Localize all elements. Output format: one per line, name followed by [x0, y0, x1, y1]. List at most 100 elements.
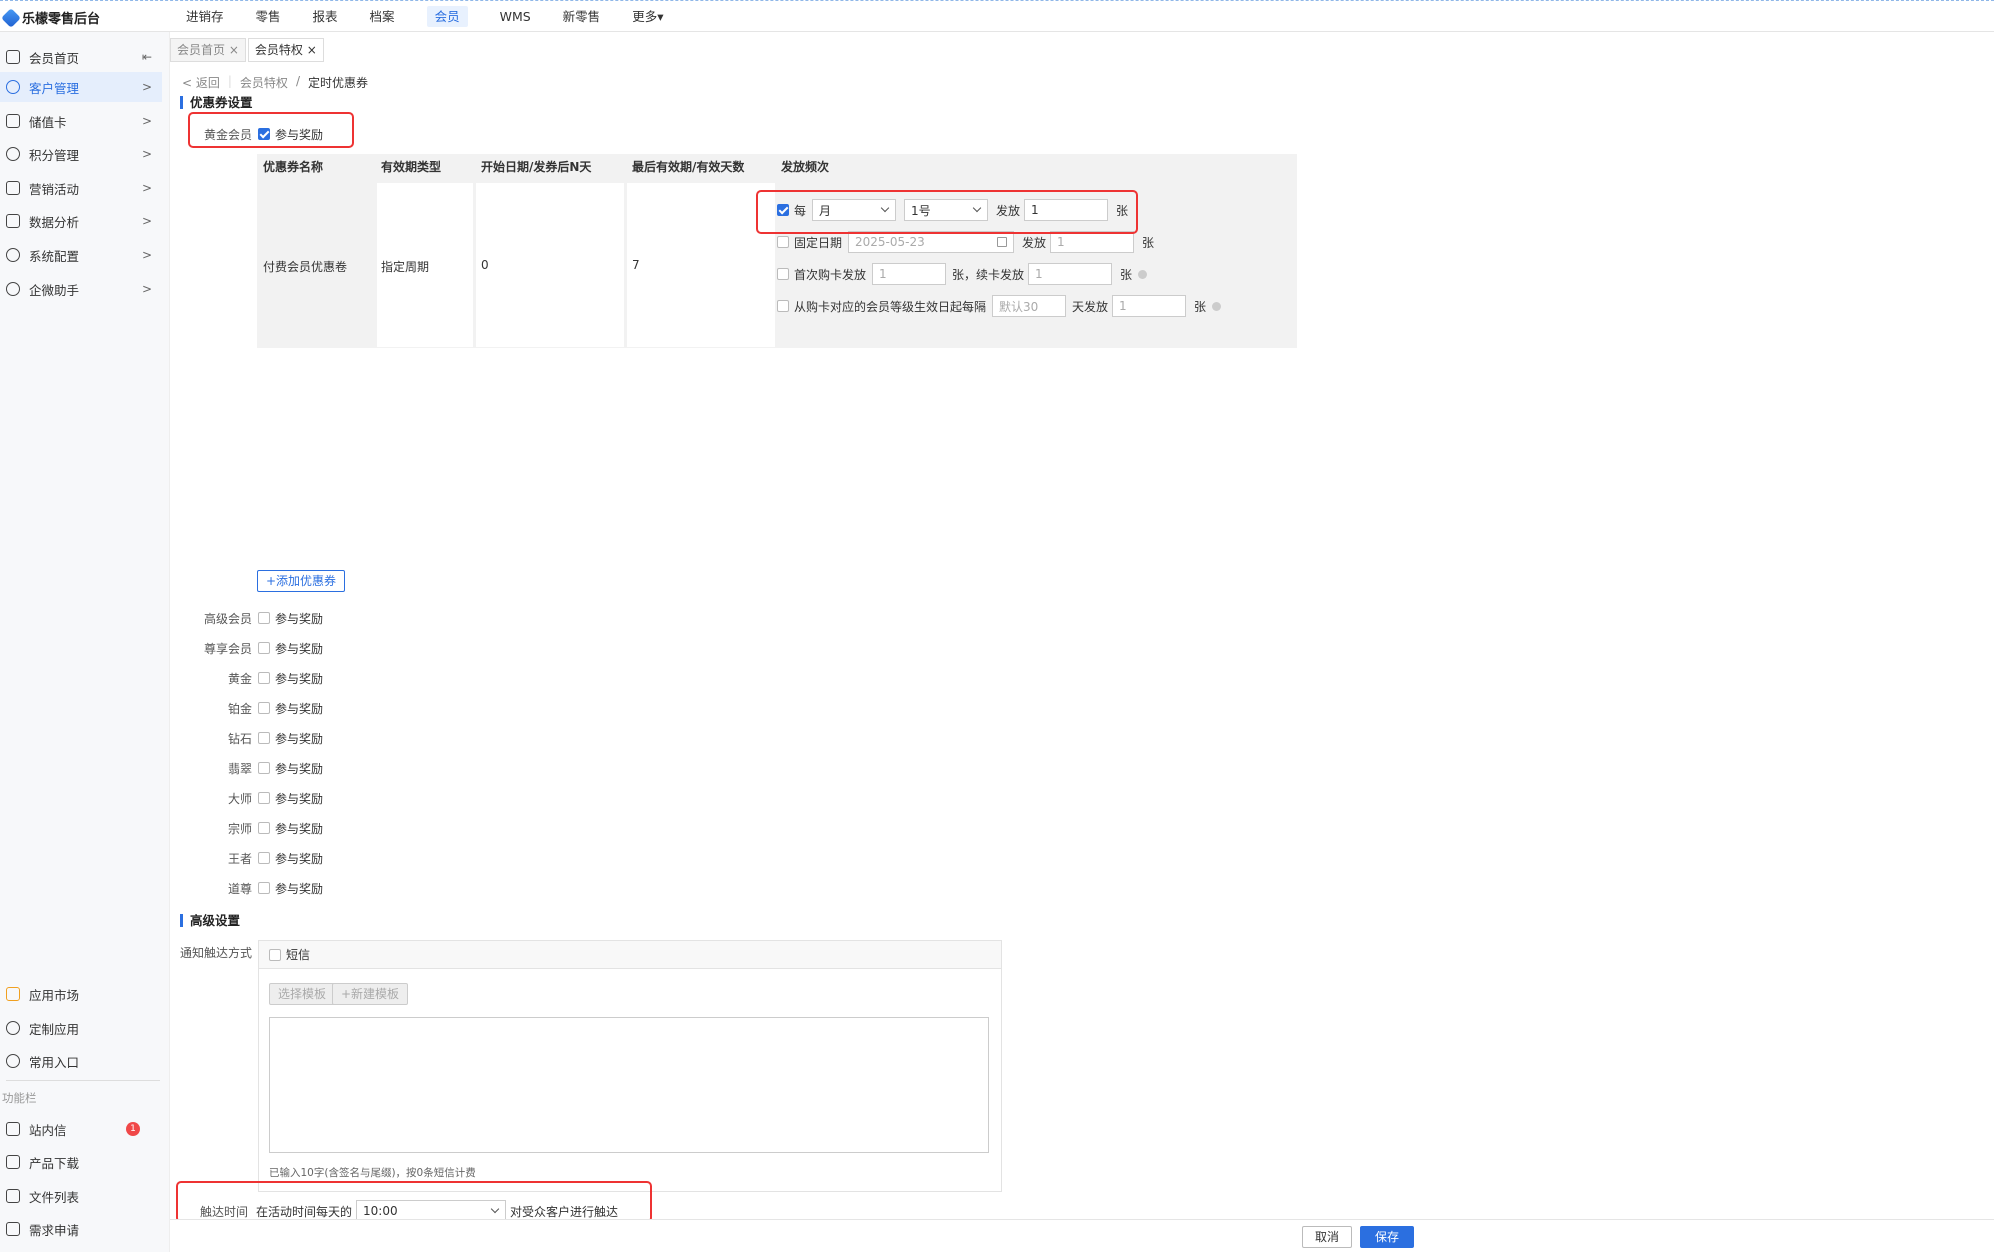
sidebar-item-inbox[interactable]: 站内信 1: [0, 1114, 162, 1144]
th-end-date: 最后有效期/有效天数: [632, 160, 745, 174]
sidebar: 会员首页 ⇤ 客户管理 > 储值卡 > 积分管理 > 营销活动 > 数据分析 >…: [0, 32, 170, 1252]
validity-type: 指定周期: [381, 260, 430, 274]
interval-checkbox[interactable]: [777, 300, 789, 312]
first-buy-qty-input[interactable]: 1: [872, 263, 947, 285]
sms-checkbox[interactable]: [269, 948, 281, 961]
sidebar-item-points[interactable]: 积分管理 >: [0, 139, 162, 169]
th-start-date: 开始日期/发券后N天: [481, 160, 592, 174]
sidebar-item-favorites[interactable]: 常用入口: [0, 1046, 162, 1076]
sms-content-textarea[interactable]: [269, 1017, 989, 1153]
chevron-right-icon: >: [141, 248, 152, 262]
user-icon: [6, 80, 20, 94]
first-buy-checkbox[interactable]: [777, 268, 789, 280]
th-coupon-name: 优惠券名称: [263, 160, 324, 174]
interval-days-input[interactable]: 默认30: [992, 295, 1067, 317]
select-template-button[interactable]: 选择模板: [269, 983, 336, 1005]
request-icon: [6, 1222, 20, 1236]
topnav-new-retail[interactable]: 新零售: [547, 1, 617, 33]
sms-hint: 已输入10字(含签名与尾缀)，按0条短信计费: [269, 1167, 476, 1179]
cell-box: [476, 183, 624, 347]
level-checkbox[interactable]: [258, 702, 270, 714]
topnav-archive[interactable]: 档案: [354, 1, 411, 33]
level-checkbox[interactable]: [258, 882, 270, 894]
help-icon[interactable]: [1138, 269, 1148, 279]
breadcrumb-sep: /: [295, 74, 300, 88]
main-content: < 返回 | 会员特权 / 定时优惠券 优惠券设置 黄金会员 参与奖励 优惠券名…: [170, 62, 1994, 1252]
mail-icon: [6, 1122, 20, 1136]
cancel-button[interactable]: 取消: [1302, 1226, 1353, 1248]
sidebar-item-download[interactable]: 产品下载: [0, 1147, 162, 1177]
sidebar-item-stored-card[interactable]: 储值卡 >: [0, 106, 162, 136]
chevron-right-icon: >: [141, 181, 152, 195]
level-checkbox[interactable]: [258, 642, 270, 654]
topnav-wms[interactable]: WMS: [484, 1, 547, 33]
topnav-more[interactable]: 更多▾: [616, 1, 679, 33]
advanced-section-title: 高级设置: [180, 914, 240, 927]
level-checkbox[interactable]: [258, 822, 270, 834]
level-row: 钻石 参与奖励: [227, 731, 324, 746]
sidebar-item-wecom-assistant[interactable]: 企微助手 >: [0, 274, 162, 304]
page-tabs: 会员首页 × 会员特权 ×: [170, 38, 324, 62]
app-market-icon: [6, 987, 20, 1001]
level-checkbox[interactable]: [258, 762, 270, 774]
footer-bar: 取消 保存: [170, 1219, 1994, 1252]
calendar-icon: [997, 237, 1008, 247]
cell-box: [627, 183, 775, 347]
top-bar: 乐檬零售后台 进销存 零售 报表 档案 会员 WMS 新零售 更多▾: [0, 0, 1994, 32]
sidebar-item-request[interactable]: 需求申请: [0, 1214, 162, 1244]
level-row: 王者 参与奖励: [227, 851, 324, 866]
save-button[interactable]: 保存: [1360, 1226, 1415, 1248]
collapse-sidebar-icon[interactable]: ⇤: [142, 50, 152, 64]
topnav-member[interactable]: 会员: [411, 1, 484, 33]
sidebar-item-member-home[interactable]: 会员首页 ⇤: [0, 42, 162, 72]
back-link[interactable]: < 返回: [182, 74, 220, 91]
add-coupon-button[interactable]: +添加优惠券: [257, 570, 346, 592]
chevron-right-icon: >: [141, 214, 152, 228]
highlight-box: [188, 112, 354, 148]
highlight-box: [176, 1181, 652, 1223]
notify-label: 通知触达方式: [180, 946, 253, 960]
renew-qty-input[interactable]: 1: [1028, 263, 1113, 285]
campaign-icon: [6, 181, 20, 195]
level-row: 大师 参与奖励: [227, 791, 324, 806]
level-checkbox[interactable]: [258, 792, 270, 804]
sidebar-item-app-market[interactable]: 应用市场: [0, 979, 162, 1009]
topnav-inventory[interactable]: 进销存: [170, 1, 240, 33]
level-checkbox[interactable]: [258, 672, 270, 684]
fixed-date-checkbox[interactable]: [777, 236, 789, 248]
level-row: 翡翠 参与奖励: [227, 761, 324, 776]
fixed-date-input[interactable]: 2025-05-23: [848, 231, 1015, 253]
level-checkbox[interactable]: [258, 732, 270, 744]
chevron-right-icon: >: [141, 114, 152, 128]
chart-icon: [6, 214, 20, 228]
level-row: 尊享会员 参与奖励: [203, 641, 324, 656]
topnav-reports[interactable]: 报表: [297, 1, 354, 33]
sidebar-item-custom-app[interactable]: 定制应用: [0, 1013, 162, 1043]
tab-member-home[interactable]: 会员首页 ×: [170, 38, 246, 62]
sidebar-item-customer[interactable]: 客户管理 >: [0, 72, 162, 102]
breadcrumb-parent[interactable]: 会员特权: [240, 74, 288, 91]
level-row: 高级会员 参与奖励: [203, 611, 324, 626]
freq-first-buy-row: 首次购卡发放 1 张，续卡发放 1 张: [777, 262, 1148, 286]
end-value: 7: [632, 258, 640, 272]
level-row: 铂金 参与奖励: [227, 701, 324, 716]
help-icon[interactable]: [1212, 301, 1222, 311]
sidebar-item-analytics[interactable]: 数据分析 >: [0, 206, 162, 236]
tab-member-privilege[interactable]: 会员特权 ×: [247, 38, 324, 62]
new-template-button[interactable]: +新建模板: [332, 983, 409, 1005]
download-icon: [6, 1155, 20, 1169]
th-frequency: 发放频次: [781, 160, 830, 174]
start-value: 0: [481, 258, 489, 272]
level-checkbox[interactable]: [258, 612, 270, 624]
interval-qty-input[interactable]: 1: [1112, 295, 1187, 317]
fixed-qty-input[interactable]: 1: [1050, 231, 1135, 253]
chevron-right-icon: >: [141, 80, 152, 94]
sidebar-item-system-config[interactable]: 系统配置 >: [0, 240, 162, 270]
sidebar-item-marketing[interactable]: 营销活动 >: [0, 173, 162, 203]
highlight-box: [756, 190, 1138, 234]
level-checkbox[interactable]: [258, 852, 270, 864]
topnav-retail[interactable]: 零售: [240, 1, 297, 33]
app-logo[interactable]: 乐檬零售后台: [1, 7, 100, 28]
file-list-icon: [6, 1189, 20, 1203]
sidebar-item-file-list[interactable]: 文件列表: [0, 1181, 162, 1211]
